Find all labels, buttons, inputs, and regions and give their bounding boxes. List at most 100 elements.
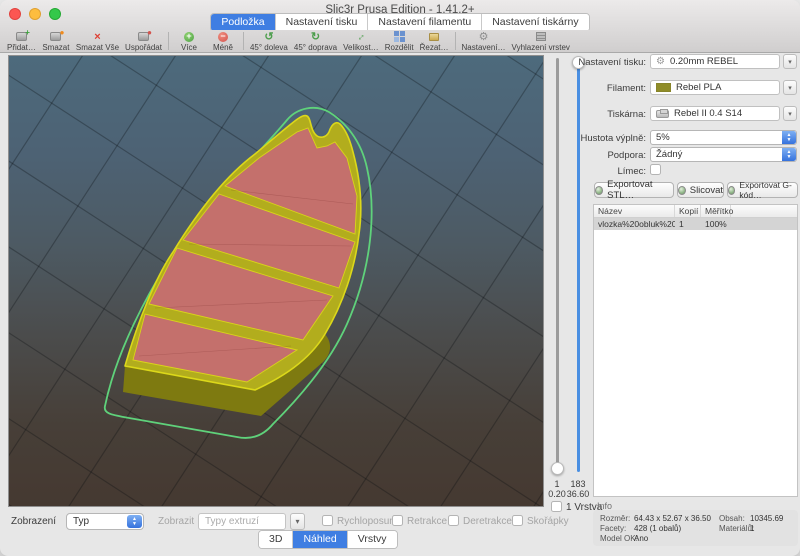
column-header-name[interactable]: Název [594,205,675,217]
layer-slider-min[interactable] [556,58,559,472]
support-label: Podpora: [546,150,646,161]
extrusion-types-dropdown-button[interactable]: ▾ [290,513,305,530]
view-3d-button[interactable]: 3D [259,531,293,548]
objects-table: Název Kopií Měřítko vlozka%20obluk%204.s… [593,204,798,497]
cell-object-name: vlozka%20obluk%204.stl [594,218,675,230]
delete-object-icon: ● [50,32,61,41]
split-button[interactable]: Rozdělit [382,31,417,52]
extrusion-types-combo[interactable]: Typy extruzí [198,513,286,530]
print-settings-combo[interactable]: ⚙ 0.20mm REBEL [650,54,780,69]
printer-combo[interactable]: Rebel II 0.4 S14 [650,106,780,121]
app-window: Slic3r Prusa Edition - 1.41.2+ Podložka … [0,0,800,556]
delete-all-button[interactable]: × Smazat Vše [73,31,122,52]
filament-color-swatch [656,83,671,92]
filament-label: Filament: [546,83,646,94]
fewer-copies-icon: − [218,32,228,42]
cut-icon [429,33,439,41]
cell-scale: 100% [701,218,731,230]
add-button[interactable]: + Přidat… [4,31,39,52]
info-panel: Rozměr: 64.43 x 52.67 x 36.50 Obsah: 103… [593,510,798,546]
view-preview-button[interactable]: Náhled [293,531,347,548]
export-gcode-button[interactable]: Exportovat G-kód… [727,182,798,198]
checkbox-box[interactable] [392,515,403,526]
brim-label: Límec: [546,166,646,177]
toolbar-separator [243,32,244,50]
shells-checkbox[interactable]: Skořápky [512,515,569,527]
build-plate-grid [9,56,543,506]
fewer-copies-button[interactable]: − Méně [206,31,240,52]
select-stepper-icon: ▲▼ [127,515,142,528]
more-copies-icon: + [184,32,194,42]
layer-max-value: 183 [563,479,593,489]
retractions-checkbox[interactable]: Retrakce [392,515,447,527]
layer-smoothing-button[interactable]: Vyhlazení vrstev [509,31,573,52]
rotate-left-icon: ↺ [264,32,273,42]
layer-max-height: 36.60 [563,489,593,499]
slice-button[interactable]: Slicovat [677,182,724,198]
printer-icon [656,110,669,118]
layer-slider-max[interactable] [577,58,580,472]
tab-print-settings[interactable]: Nastavení tisku [276,14,369,31]
checkbox-box[interactable] [551,501,562,512]
print-settings-label: Nastavení tisku: [546,57,646,68]
scale-icon: ↔ [354,29,368,43]
checkbox-box[interactable] [512,515,523,526]
add-object-icon: + [16,32,27,41]
cell-copies: 1 [675,218,701,230]
select-arrows-icon: ▲▼ [782,148,796,161]
export-stl-icon [595,186,603,195]
rotate-right-button[interactable]: ↻ 45° doprava [291,31,340,52]
size-value: 64.43 x 52.67 x 36.50 [634,514,711,523]
3d-viewport[interactable] [8,55,544,507]
size-label: Rozměr: [600,514,630,523]
tab-printer-settings[interactable]: Nastavení tiskárny [482,14,588,31]
unretractions-checkbox[interactable]: Deretrakce [448,515,512,527]
travel-checkbox[interactable]: Rychloposun [322,515,395,527]
printer-label: Tiskárna: [546,109,646,120]
materials-label: Materiálů: [719,524,754,533]
brim-checkbox[interactable] [650,164,661,175]
rotate-left-button[interactable]: ↺ 45° doleva [247,31,291,52]
slice-icon [678,186,686,195]
table-row[interactable]: vlozka%20obluk%204.stl 1 100% [594,218,797,230]
filament-combo[interactable]: Rebel PLA [650,80,780,95]
scale-button[interactable]: ↔ Velikost… [340,31,382,52]
print-settings-dropdown-button[interactable]: ▾ [783,54,797,69]
rotate-right-icon: ↻ [311,32,320,42]
split-icon [394,31,399,36]
settings-button[interactable]: ⚙ Nastavení… [459,31,509,52]
tab-filament-settings[interactable]: Nastavení filamentu [368,14,482,31]
view-layers-button[interactable]: Vrstvy [348,531,397,548]
checkbox-box[interactable] [322,515,333,526]
export-stl-button[interactable]: Exportovat STL… [594,182,674,198]
delete-all-icon: × [94,32,100,42]
show-label: Zobrazit [158,516,194,527]
support-select[interactable]: Žádný ▲▼ [650,147,797,162]
gear-icon: ⚙ [656,57,665,67]
checkbox-box[interactable] [448,515,459,526]
layer-smoothing-icon [536,32,546,41]
arrange-icon: ● [138,32,149,41]
infill-select[interactable]: 5% ▲▼ [650,130,797,145]
display-select[interactable]: Typ ▲▼ [66,513,144,530]
facets-value: 428 (1 obalů) [634,524,681,533]
column-header-copies[interactable]: Kopií [675,205,701,217]
delete-button[interactable]: ● Smazat [39,31,73,52]
volume-label: Obsah: [719,514,745,523]
toolbar-separator [455,32,456,50]
filament-dropdown-button[interactable]: ▾ [783,80,797,95]
materials-value: 1 [750,524,754,533]
column-header-scale[interactable]: Měřítko [701,205,731,217]
toolbar-separator [168,32,169,50]
volume-value: 10345.69 [750,514,783,523]
infill-label: Hustota výplně: [546,133,646,144]
arrange-button[interactable]: ● Uspořádat [122,31,165,52]
layer-slider-min-knob[interactable] [551,462,564,475]
tab-plater[interactable]: Podložka [211,14,275,31]
facets-label: Facety: [600,524,626,533]
printer-dropdown-button[interactable]: ▾ [783,106,797,121]
more-copies-button[interactable]: + Více [172,31,206,52]
display-label: Zobrazení [11,516,56,527]
objects-table-header: Název Kopií Měřítko [594,205,797,218]
cut-button[interactable]: Řezat… [417,31,452,52]
